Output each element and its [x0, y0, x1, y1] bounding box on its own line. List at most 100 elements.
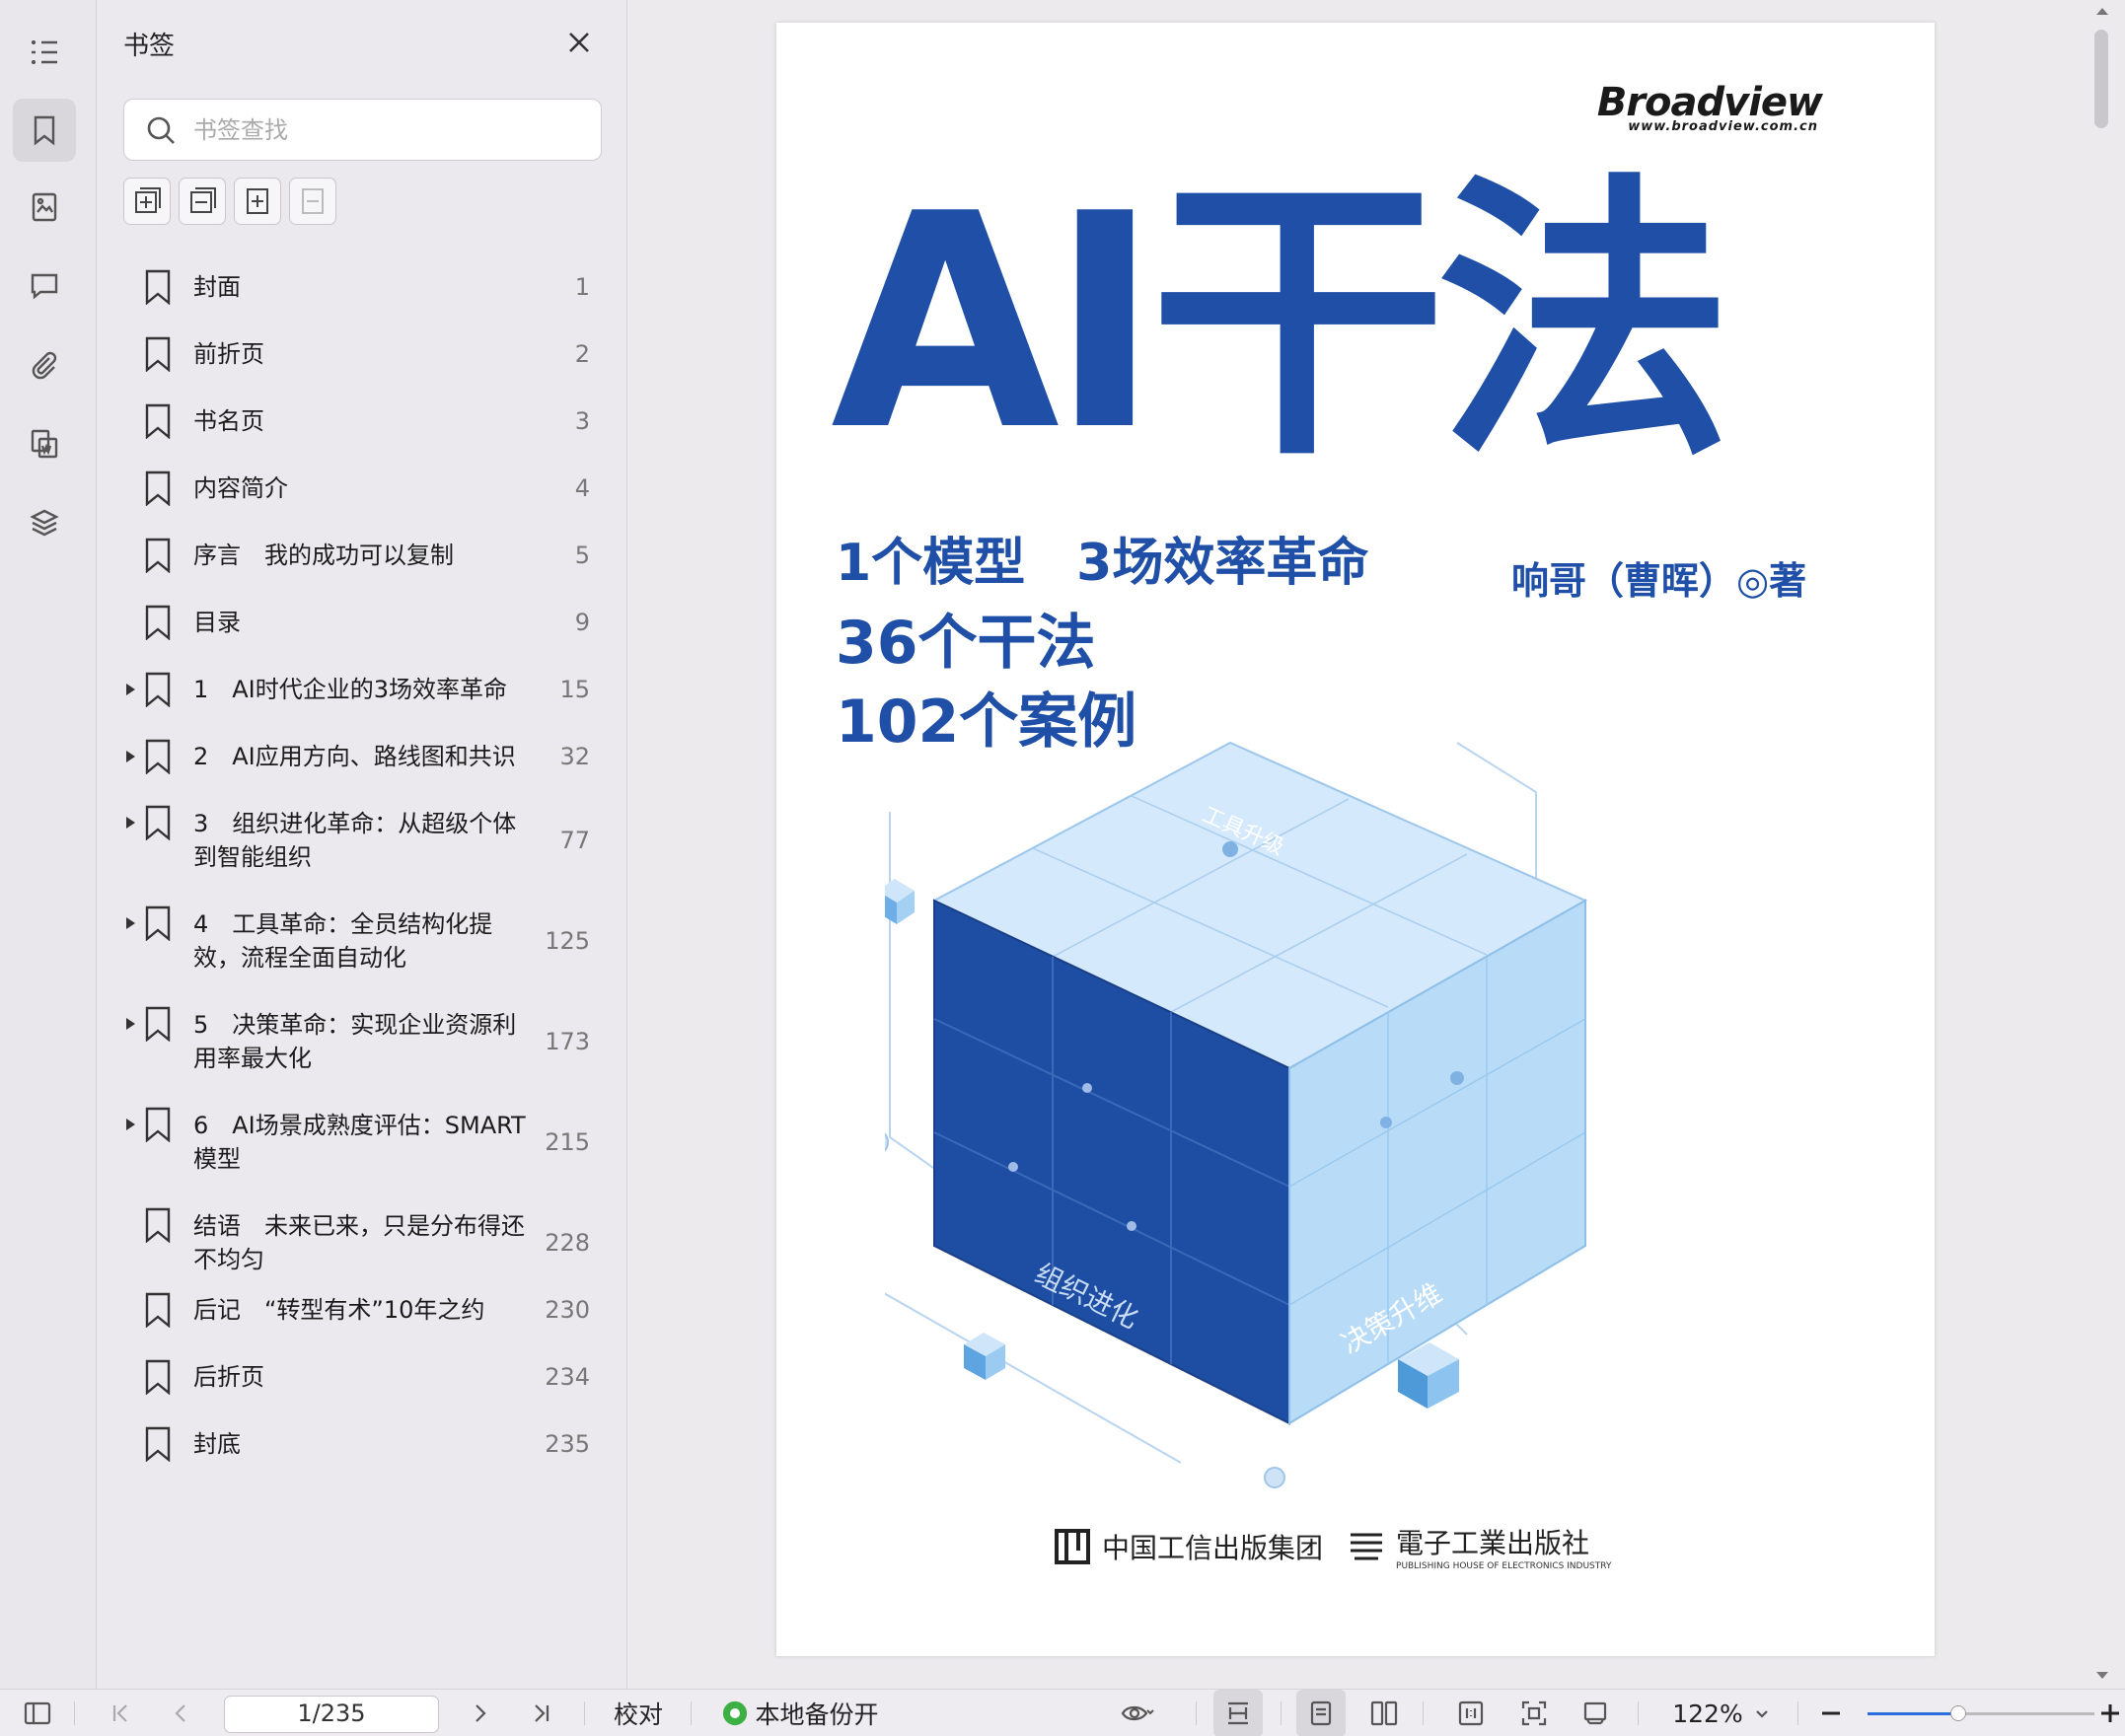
publisher-1-name: 中国工信出版集团	[1102, 1532, 1324, 1564]
bookmark-panel-icon[interactable]	[13, 99, 76, 162]
fit-width-icon[interactable]	[1213, 1690, 1263, 1736]
scroll-up-icon[interactable]	[2092, 2, 2112, 22]
bookmark-search	[123, 99, 602, 161]
two-page-icon[interactable]	[1359, 1690, 1409, 1736]
bookmark-item[interactable]: 序言 我的成功可以复制 5	[97, 538, 627, 574]
bookmark-page-number: 3	[574, 407, 590, 435]
zoom-in-icon[interactable]	[2095, 1690, 2125, 1736]
bookmark-page-number: 5	[574, 542, 590, 569]
publisher-2-english: PUBLISHING HOUSE OF ELECTRONICS INDUSTRY	[1396, 1561, 1612, 1571]
bookmark-page-number: 215	[545, 1128, 590, 1156]
bookmark-label: 4 工具革命：全员结构化提效，流程全面自动化	[193, 910, 493, 972]
panel-title: 书签	[123, 32, 176, 61]
bookmark-item[interactable]: 2 AI应用方向、路线图和共识 32	[97, 739, 627, 775]
expand-arrow-icon[interactable]	[126, 817, 135, 829]
fit-page-icon[interactable]	[1509, 1690, 1559, 1736]
bookmark-item[interactable]: 后记 “转型有术”10年之约 230	[97, 1292, 627, 1329]
proofread-button[interactable]: 校对	[604, 1690, 673, 1736]
toggle-sidebar-icon[interactable]	[18, 1690, 57, 1736]
bookmark-item[interactable]: 内容简介 4	[97, 470, 627, 507]
bookmark-page-number: 125	[545, 927, 590, 955]
vertical-scrollbar[interactable]	[2094, 30, 2108, 128]
bookmark-icon	[144, 470, 172, 507]
expand-arrow-icon[interactable]	[126, 1018, 135, 1030]
bookmark-item[interactable]: 3 组织进化革命：从超级个体到智能组织 77	[97, 805, 627, 874]
bookmark-icon	[144, 538, 172, 574]
bookmark-item[interactable]: 封面 1	[97, 269, 627, 306]
proofread-label: 校对	[613, 1700, 663, 1729]
expand-arrow-icon[interactable]	[126, 751, 135, 762]
bookmark-item[interactable]: 结语 未来已来，只是分布得还不均匀 228	[97, 1207, 627, 1276]
bookmark-icon	[144, 605, 172, 641]
zoom-dropdown[interactable]: 122%	[1657, 1690, 1786, 1736]
local-backup-status[interactable]: 本地备份开	[716, 1690, 884, 1736]
backup-label: 本地备份开	[755, 1700, 879, 1729]
view-mode-dropdown[interactable]	[1103, 1690, 1172, 1736]
expand-arrow-icon[interactable]	[126, 684, 135, 695]
collapse-all-button[interactable]	[179, 178, 226, 225]
bookmark-label: 书名页	[193, 407, 264, 435]
bookmark-label: 6 AI场景成熟度评估：SMART模型	[193, 1112, 526, 1173]
document-view[interactable]: Broadview www.broadview.com.cn AI干法 1个模型…	[627, 0, 2125, 1689]
bookmark-label: 后记 “转型有术”10年之约	[193, 1296, 485, 1324]
delete-bookmark-button[interactable]	[289, 178, 336, 225]
first-page-icon[interactable]	[102, 1690, 139, 1736]
layers-icon[interactable]	[13, 491, 76, 554]
bookmark-item[interactable]: 5 决策革命：实现企业资源利用率最大化 173	[97, 1006, 627, 1075]
bookmark-label: 1 AI时代企业的3场效率革命	[193, 676, 508, 703]
publisher-1: 中国工信出版集团	[1053, 1527, 1323, 1566]
expand-arrow-icon[interactable]	[126, 917, 135, 929]
bookmark-item[interactable]: 书名页 3	[97, 403, 627, 440]
bookmark-icon	[144, 1207, 172, 1244]
bookmark-page-number: 15	[559, 676, 590, 703]
bookmark-icon	[144, 1006, 172, 1043]
signature-icon[interactable]	[13, 412, 76, 475]
actual-size-icon[interactable]	[1446, 1690, 1496, 1736]
chevron-down-icon	[1755, 1710, 1768, 1718]
single-page-icon[interactable]	[1296, 1690, 1346, 1736]
bookmark-icon	[144, 905, 172, 942]
bookmark-icon	[144, 269, 172, 306]
add-bookmark-button[interactable]	[234, 178, 281, 225]
zoom-slider-knob[interactable]	[1950, 1705, 1967, 1721]
bookmark-icon	[144, 1292, 172, 1329]
bookmark-page-number: 2	[574, 340, 590, 368]
comment-icon[interactable]	[13, 254, 76, 318]
publisher-2-name: 電子工業出版社	[1396, 1527, 1590, 1559]
bookmark-item[interactable]: 前折页 2	[97, 336, 627, 373]
bookmark-icon	[144, 1359, 172, 1396]
page-number-input[interactable]: 1/235	[224, 1696, 439, 1733]
bookmark-label: 封面	[193, 273, 241, 301]
zoom-out-icon[interactable]	[1811, 1690, 1851, 1736]
bookmark-page-number: 173	[545, 1028, 590, 1055]
attachment-icon[interactable]	[13, 333, 76, 397]
rotate-page-icon[interactable]	[1571, 1690, 1620, 1736]
cover-author: 响哥（曹晖）◎著	[1511, 559, 1807, 603]
search-icon	[147, 116, 175, 144]
previous-page-icon[interactable]	[163, 1690, 200, 1736]
last-page-icon[interactable]	[523, 1690, 560, 1736]
bookmark-label: 后折页	[193, 1363, 264, 1391]
bookmark-icon	[144, 1426, 172, 1463]
bookmark-item[interactable]: 1 AI时代企业的3场效率革命 15	[97, 672, 627, 708]
expand-arrow-icon[interactable]	[126, 1119, 135, 1130]
zoom-slider[interactable]	[1868, 1705, 2094, 1721]
bookmark-label: 目录	[193, 609, 241, 636]
next-page-icon[interactable]	[461, 1690, 498, 1736]
bookmark-item[interactable]: 封底 235	[97, 1426, 627, 1463]
cube-illustration: 工具升级 组织进化 决策升维	[885, 741, 1588, 1488]
bookmark-search-input[interactable]	[193, 109, 588, 151]
thumbnail-icon[interactable]	[13, 176, 76, 239]
bookmark-item[interactable]: 后折页 234	[97, 1359, 627, 1396]
outline-icon[interactable]	[13, 20, 76, 83]
bookmark-item[interactable]: 6 AI场景成熟度评估：SMART模型 215	[97, 1107, 627, 1176]
brand-url: www.broadview.com.cn	[1628, 119, 1818, 134]
expand-all-button[interactable]	[123, 178, 171, 225]
bookmark-page-number: 234	[545, 1363, 590, 1391]
bookmark-label: 封底	[193, 1430, 241, 1458]
bookmark-item[interactable]: 4 工具革命：全员结构化提效，流程全面自动化 125	[97, 905, 627, 975]
scroll-down-icon[interactable]	[2092, 1665, 2112, 1685]
bookmark-page-number: 230	[545, 1296, 590, 1324]
bookmark-item[interactable]: 目录 9	[97, 605, 627, 641]
close-icon[interactable]	[564, 28, 594, 57]
